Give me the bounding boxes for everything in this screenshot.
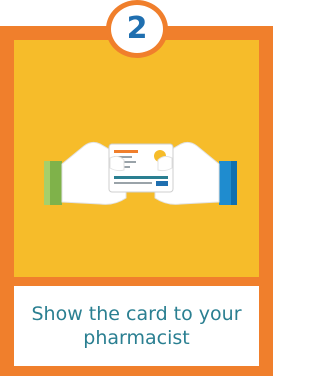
step-number: 2 [126, 11, 148, 46]
step-number-badge: 2 [106, 0, 168, 58]
caption-box: Show the card to your pharmacist [14, 286, 259, 366]
caption-text: Show the card to your pharmacist [31, 303, 242, 349]
hands-holding-card-icon [14, 106, 259, 226]
